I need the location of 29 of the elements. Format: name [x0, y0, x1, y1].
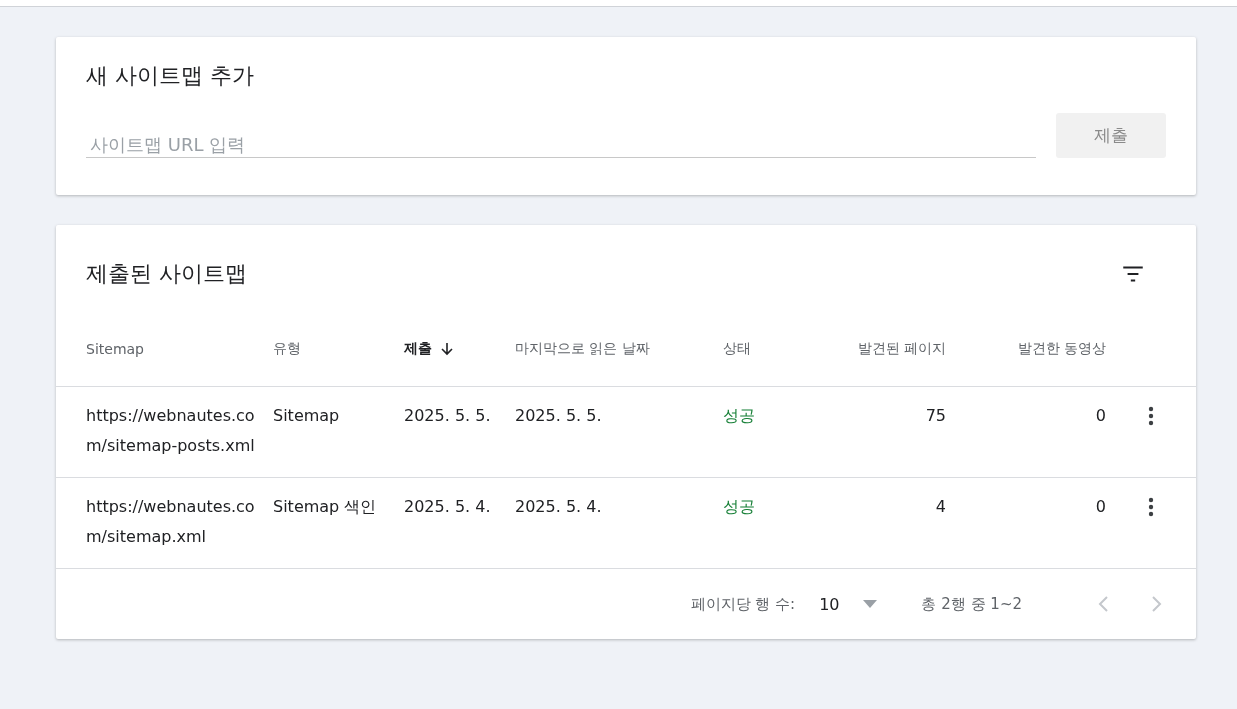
column-header[interactable]: 발견된 페이지 [800, 311, 946, 386]
rows-per-page-label: 페이지당 행 수: [690, 594, 796, 614]
table-cell-text: 2025. 5. 4. [515, 496, 603, 518]
column-header[interactable]: 마지막으로 읽은 날짜 [515, 311, 723, 386]
table-cell-text: 0 [1094, 405, 1106, 427]
column-header[interactable]: 상태 [723, 311, 800, 386]
table-cell-text: https://webnautes.com/sitemap.xml [86, 496, 256, 548]
sitemap-url-field[interactable]: 사이트맵 URL 입력 [86, 130, 1036, 158]
page-range: 총 2행 중 1~2 [921, 594, 1022, 614]
sort-arrow-icon [440, 341, 454, 356]
table-cell-text: 2025. 5. 5. [404, 405, 492, 427]
rows-per-page-value[interactable]: 10 [819, 594, 840, 614]
table-cell-text: 성공 [723, 405, 756, 427]
table-cell-text: 2025. 5. 5. [515, 405, 603, 427]
table-cell-text: 2025. 5. 4. [404, 496, 492, 518]
column-header[interactable]: 제출 [404, 311, 515, 386]
table-cell-text: 4 [934, 496, 946, 518]
column-header[interactable]: 유형 [273, 311, 404, 386]
table-cell-text: Sitemap [273, 405, 341, 427]
table-cell-text: 75 [924, 405, 946, 427]
column-header[interactable]: 발견한 동영상 [946, 311, 1106, 386]
dropdown-caret-icon[interactable] [863, 600, 878, 608]
card-title: 새 사이트맵 추가 [86, 62, 255, 90]
card-title: 제출된 사이트맵 [86, 260, 247, 288]
table-cell-text: Sitemap 색인 [273, 496, 378, 518]
column-header[interactable]: Sitemap [86, 311, 273, 386]
table-cell-text: 0 [1094, 496, 1106, 518]
table-cell-text: https://webnautes.com/sitemap-posts.xml [86, 405, 256, 457]
table-cell-text: 성공 [723, 496, 756, 518]
